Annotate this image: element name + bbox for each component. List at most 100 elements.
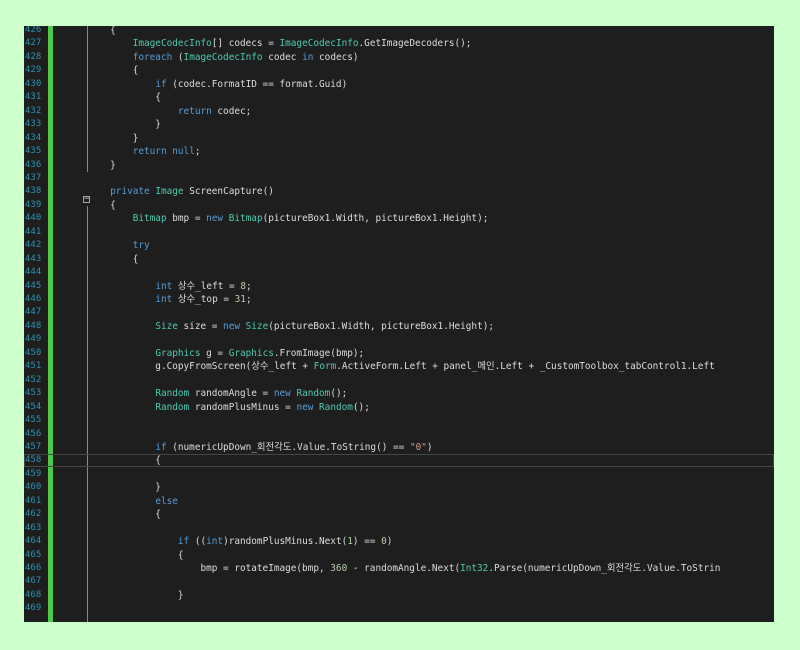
code-line[interactable]: 446 int 상수_top = 31;: [24, 293, 774, 306]
line-number: 453: [25, 388, 42, 399]
line-number: 468: [25, 589, 42, 600]
code-line[interactable]: 435 return null;: [24, 145, 774, 158]
code-line[interactable]: 449: [24, 333, 774, 346]
code-token: Graphics: [228, 347, 274, 359]
code-line[interactable]: 429 {: [24, 64, 774, 77]
line-number: 431: [25, 92, 42, 103]
line-number: 445: [25, 280, 42, 291]
code-line[interactable]: 455: [24, 414, 774, 427]
code-line[interactable]: 467: [24, 575, 774, 588]
code-text: {: [65, 253, 139, 266]
code-line[interactable]: 444: [24, 266, 774, 279]
code-line[interactable]: 451 g.CopyFromScreen(상수_left + Form.Acti…: [24, 360, 774, 373]
code-line[interactable]: 433 }: [24, 118, 774, 131]
code-token: ScreenCapture(): [183, 186, 274, 198]
code-text: }: [65, 589, 184, 602]
code-line[interactable]: 427 ImageCodecInfo[] codecs = ImageCodec…: [24, 37, 774, 50]
code-line[interactable]: 448 Size size = new Size(pictureBox1.Wid…: [24, 320, 774, 333]
code-text: bmp = rotateImage(bmp, 360 - randomAngle…: [65, 562, 720, 575]
code-line[interactable]: 464 if ((int)randomPlusMinus.Next(1) == …: [24, 535, 774, 548]
code-line[interactable]: 453 Random randomAngle = new Random();: [24, 387, 774, 400]
code-line[interactable]: 462 {: [24, 508, 774, 521]
code-line[interactable]: 440 Bitmap bmp = new Bitmap(pictureBox1.…: [24, 212, 774, 225]
code-line[interactable]: 447: [24, 306, 774, 319]
code-token: int: [206, 536, 224, 548]
line-number: 429: [25, 65, 42, 76]
code-text: }: [65, 132, 139, 145]
code-line[interactable]: 465 {: [24, 549, 774, 562]
code-line[interactable]: 469: [24, 602, 774, 615]
line-number: 463: [25, 522, 42, 533]
line-number: 449: [25, 334, 42, 345]
code-token: }: [65, 482, 161, 494]
code-line[interactable]: 432 return codec;: [24, 105, 774, 118]
code-token: {: [65, 455, 161, 467]
code-line[interactable]: 466 bmp = rotateImage(bmp, 360 - randomA…: [24, 562, 774, 575]
code-line[interactable]: 457 if (numericUpDown_회전각도.Value.ToStrin…: [24, 441, 774, 454]
code-line[interactable]: 445 int 상수_left = 8;: [24, 280, 774, 293]
code-token: Bitmap: [228, 213, 263, 225]
code-text: {: [65, 549, 184, 562]
code-line[interactable]: 430 if (codec.FormatID == format.Guid): [24, 78, 774, 91]
code-line[interactable]: 442 try: [24, 239, 774, 252]
code-token: Random: [319, 401, 353, 413]
code-text: {: [65, 91, 161, 104]
code-text: Bitmap bmp = new Bitmap(pictureBox1.Widt…: [65, 212, 489, 225]
code-token: ();: [352, 401, 370, 413]
code-editor[interactable]: − 426 {427 ImageCodecInfo[] codecs = Ima…: [24, 26, 774, 622]
line-number: 469: [25, 603, 42, 614]
code-token: .ActiveForm.Left + panel_메인.Left + _Cust…: [336, 361, 715, 373]
code-line[interactable]: 452: [24, 374, 774, 387]
code-line[interactable]: 458 {: [24, 454, 774, 467]
code-line[interactable]: 443 {: [24, 253, 774, 266]
code-line[interactable]: 428 foreach (ImageCodecInfo codec in cod…: [24, 51, 774, 64]
code-line[interactable]: 461 else: [24, 495, 774, 508]
code-token: Size: [155, 320, 178, 332]
code-line[interactable]: 437: [24, 172, 774, 185]
code-token: int: [155, 280, 173, 292]
code-line[interactable]: 439 {: [24, 199, 774, 212]
code-line[interactable]: 434 }: [24, 132, 774, 145]
code-line[interactable]: 454 Random randomPlusMinus = new Random(…: [24, 401, 774, 414]
line-number: 447: [25, 307, 42, 318]
code-token: g =: [200, 347, 229, 359]
code-line[interactable]: 431 {: [24, 91, 774, 104]
code-text: }: [65, 159, 116, 172]
code-line[interactable]: 436 }: [24, 159, 774, 172]
code-token: bmp =: [166, 213, 207, 225]
code-text: private Image ScreenCapture(): [65, 185, 274, 198]
code-line[interactable]: 463: [24, 522, 774, 535]
code-line[interactable]: 441: [24, 226, 774, 239]
code-token: {: [65, 92, 161, 104]
code-token: new: [206, 213, 224, 225]
code-token: codecs): [313, 51, 359, 63]
line-number: 435: [25, 146, 42, 157]
code-token: else: [155, 495, 178, 507]
code-token: 상수_top =: [172, 294, 235, 305]
code-token: (pictureBox1.Width, pictureBox1.Height);: [262, 213, 489, 225]
code-text: [65, 602, 178, 615]
code-token: ): [386, 536, 393, 548]
line-number: 458: [25, 455, 42, 466]
line-number: 465: [25, 549, 42, 560]
code-line[interactable]: 426 {: [24, 26, 774, 37]
code-line[interactable]: 460 }: [24, 481, 774, 494]
code-text: return null;: [65, 145, 201, 158]
code-line[interactable]: 438 private Image ScreenCapture(): [24, 185, 774, 198]
code-token: (numericUpDown_회전각도.Value.ToString() ==: [166, 441, 410, 453]
line-number: 441: [25, 226, 42, 237]
code-line[interactable]: 456: [24, 428, 774, 441]
code-token: 상수_left =: [172, 280, 241, 292]
code-line[interactable]: 450 Graphics g = Graphics.FromImage(bmp)…: [24, 347, 774, 360]
line-number: 442: [25, 240, 42, 251]
line-number: 436: [25, 159, 42, 170]
code-line[interactable]: 459: [24, 468, 774, 481]
line-number: 437: [25, 172, 42, 183]
code-line[interactable]: 468 }: [24, 589, 774, 602]
line-number: 467: [25, 576, 42, 587]
